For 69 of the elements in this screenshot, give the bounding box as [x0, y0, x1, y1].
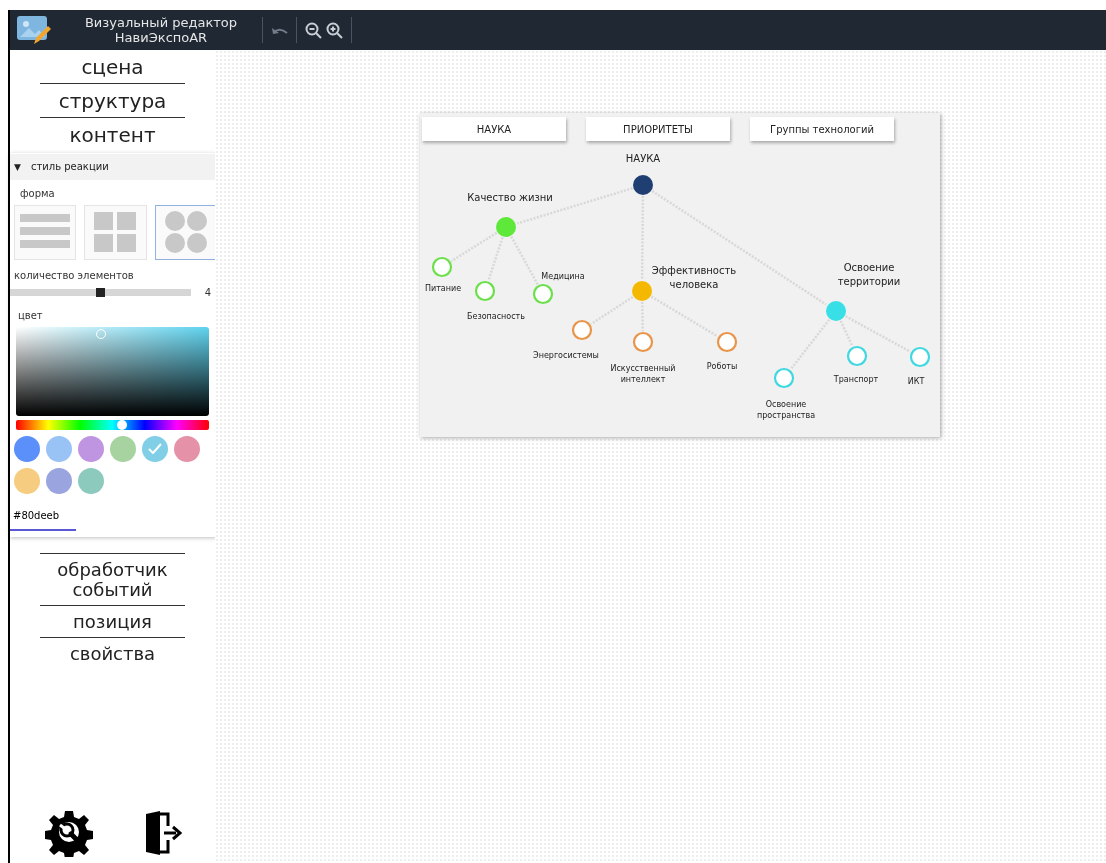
node-label: Освоение территории: [836, 260, 902, 288]
hex-input[interactable]: #80deeb: [10, 501, 76, 531]
app-logo: [16, 14, 52, 46]
node-label: Роботы: [705, 361, 739, 373]
color-swatch[interactable]: [14, 467, 40, 494]
tree-node[interactable]: [496, 217, 516, 237]
check-icon: [148, 443, 162, 454]
node-label: Питание: [423, 283, 463, 295]
color-swatch[interactable]: [78, 467, 104, 494]
color-swatch[interactable]: [46, 467, 72, 494]
color-swatch[interactable]: [14, 435, 40, 462]
hue-slider[interactable]: [16, 419, 209, 430]
slider-thumb[interactable]: [96, 287, 106, 297]
tree-node[interactable]: [716, 331, 738, 353]
tree-node[interactable]: [532, 283, 554, 305]
field-label: количество элементов: [14, 268, 135, 283]
node-label: Транспорт: [832, 374, 880, 386]
section-tab[interactable]: контент: [37, 124, 188, 147]
section-tab[interactable]: сцена: [37, 56, 188, 79]
zoom-out-icon: [305, 21, 322, 39]
field-label: форма: [20, 186, 56, 201]
tree-node[interactable]: [846, 345, 868, 367]
tree-node[interactable]: [474, 280, 496, 302]
tree-node[interactable]: [571, 319, 593, 341]
connector-line: [590, 295, 634, 326]
zoom-in-icon: [326, 21, 343, 39]
undo-icon: [271, 25, 288, 35]
app-title: НавиЭкспоAR: [113, 30, 209, 45]
node-label: Безопасность: [466, 311, 526, 323]
color-swatch[interactable]: [174, 435, 200, 462]
color-swatch[interactable]: [46, 435, 72, 462]
color-swatch[interactable]: [78, 435, 104, 462]
slide-tab[interactable]: НАУКА: [422, 117, 566, 141]
app-title: Визуальный редактор: [83, 15, 239, 30]
settings-icon: [43, 809, 94, 857]
section-tab[interactable]: структура: [37, 90, 188, 113]
slide-tab[interactable]: ПРИОРИТЕТЫ: [586, 117, 730, 141]
slider-value: 4: [204, 285, 211, 300]
color-swatch[interactable]: [110, 435, 136, 462]
color-area[interactable]: [16, 326, 209, 416]
shape-option[interactable]: [154, 204, 217, 260]
slide-tab[interactable]: Группы технологий: [750, 117, 894, 141]
tree-node[interactable]: [773, 367, 795, 389]
node-label: Медицина: [540, 271, 586, 283]
section-tab[interactable]: свойства: [37, 643, 188, 665]
exit-icon: [143, 810, 182, 856]
tree-node[interactable]: [633, 175, 653, 195]
section-tab[interactable]: обработчик событий: [37, 559, 188, 601]
node-label: Эффективность человека: [650, 263, 738, 291]
connector-line: [510, 236, 539, 285]
node-label: Искусственный интеллект: [609, 364, 677, 386]
field-label: цвет: [18, 308, 44, 323]
tree-node[interactable]: [632, 331, 654, 353]
node-label: НАУКА: [624, 152, 662, 166]
hue-thumb[interactable]: [117, 419, 128, 430]
tree-node[interactable]: [632, 281, 652, 301]
node-label: Освоение пространства: [755, 400, 817, 422]
color-swatch[interactable]: [142, 435, 168, 462]
node-label: ИКТ: [906, 376, 926, 388]
node-label: Качество жизни: [466, 191, 554, 205]
tree-node[interactable]: [431, 256, 453, 278]
tree-node[interactable]: [909, 346, 931, 368]
section-tab[interactable]: позиция: [37, 611, 188, 633]
connector-line: [640, 301, 645, 332]
node-label: Энергосистемы: [532, 350, 600, 362]
tree-node[interactable]: [826, 301, 846, 321]
slider-track[interactable]: [10, 288, 191, 296]
connector-line: [789, 318, 831, 371]
panel-toggle[interactable]: ▼ стиль реакции: [10, 154, 217, 180]
